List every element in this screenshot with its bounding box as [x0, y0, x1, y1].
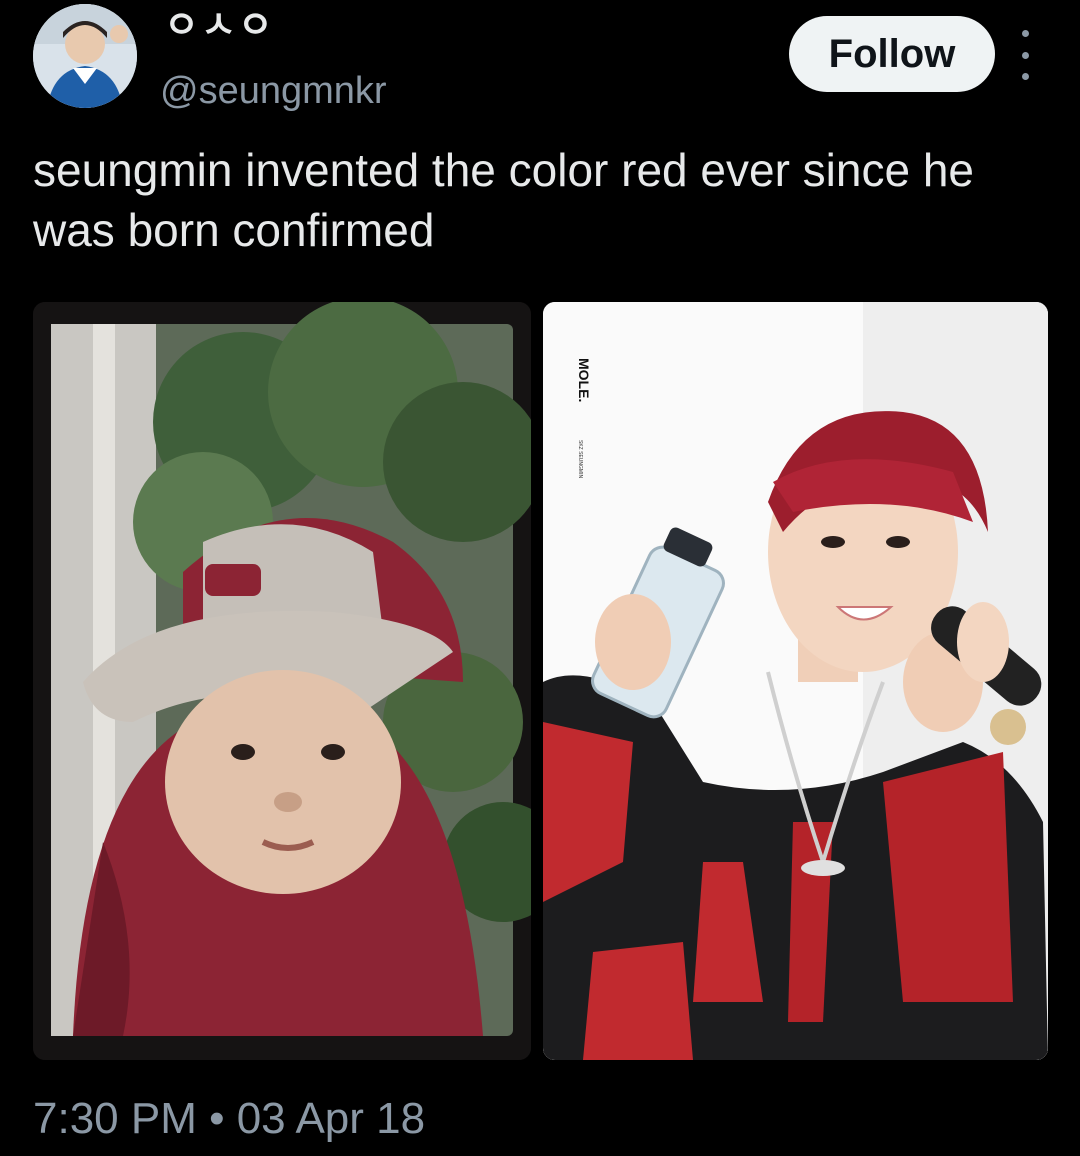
tweet-timestamp[interactable]: 7:30 PM • 03 Apr 18 [33, 1094, 425, 1144]
media-image-left[interactable] [33, 302, 531, 1060]
dot [1021, 30, 1029, 37]
media-image-right[interactable]: MOLE. SKZ SEUNGMIN [543, 302, 1048, 1060]
avatar[interactable] [33, 4, 137, 108]
follow-button[interactable]: Follow [789, 16, 995, 92]
display-name[interactable]: ㅇㅅㅇ [164, 0, 275, 49]
more-icon[interactable] [1010, 30, 1040, 80]
card-subtext: SKZ SEUNGMIN [577, 440, 583, 478]
photocard-image: MOLE. SKZ SEUNGMIN [543, 302, 1048, 1060]
card-brand-text: MOLE. [576, 358, 592, 402]
dot [1021, 73, 1029, 80]
childhood-photocard-image [33, 302, 531, 1060]
tweet-text: seungmin invented the color red ever sin… [33, 144, 975, 256]
user-handle[interactable]: @seungmnkr [160, 70, 387, 113]
dot [1021, 51, 1029, 59]
avatar-image [33, 4, 137, 108]
